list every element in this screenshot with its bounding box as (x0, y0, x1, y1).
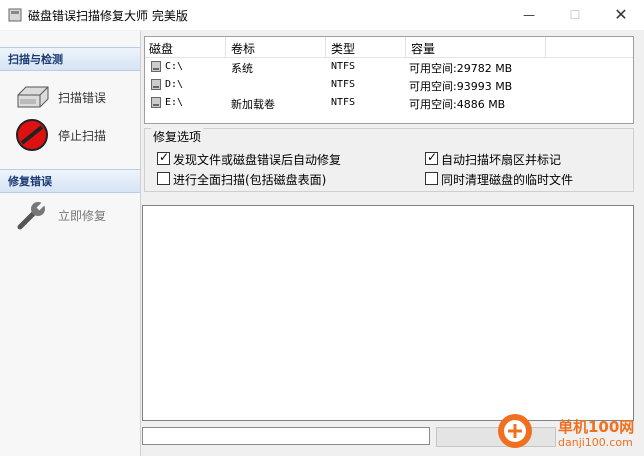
clean-temp-label: 同时清理磁盘的临时文件 (441, 173, 574, 187)
scan-log-area[interactable] (142, 205, 634, 421)
progress-bar (142, 427, 430, 445)
stop-scan-label: 停止扫描 (58, 129, 107, 143)
stop-scan-button[interactable]: 停止扫描 (14, 117, 134, 153)
drive-icon (151, 97, 161, 108)
drive-capacity: 可用空间:93993 MB (409, 80, 513, 93)
hard-disk-icon (17, 86, 49, 108)
watermark-logo-icon (498, 414, 532, 448)
full-scan-label: 进行全面扫描(包括磁盘表面) (173, 173, 327, 187)
drive-disk: C:\ (165, 61, 184, 72)
window-title: 磁盘错误扫描修复大师 完美版 (28, 9, 188, 23)
drive-list[interactable]: 磁盘 卷标 类型 容量 C:\ 系统 NTFS 可用空间:29782 MB D:… (144, 36, 634, 124)
drive-icon (151, 61, 161, 72)
auto-repair-label: 发现文件或磁盘错误后自动修复 (173, 153, 342, 167)
close-button[interactable]: ✕ (598, 0, 644, 30)
watermark-url: danji100.com (558, 436, 633, 449)
drive-disk: E:\ (165, 97, 184, 108)
wrench-icon (17, 199, 48, 230)
drive-type: NTFS (331, 61, 356, 72)
drive-capacity: 可用空间:4886 MB (409, 98, 506, 111)
title-bar: 磁盘错误扫描修复大师 完美版 — ☐ ✕ (0, 0, 644, 30)
watermark-brand: 单机100网 (558, 418, 635, 436)
stop-icon (16, 119, 48, 151)
maximize-button[interactable]: ☐ (552, 0, 598, 30)
drive-type: NTFS (331, 97, 356, 108)
column-capacity[interactable]: 容量 (411, 40, 435, 57)
scan-errors-label: 扫描错误 (58, 91, 107, 105)
repair-options-group: 修复选项 ✓ 发现文件或磁盘错误后自动修复 进行全面扫描(包括磁盘表面) ✓ 自… (144, 128, 634, 192)
column-label[interactable]: 卷标 (231, 40, 255, 57)
scan-errors-button[interactable]: 扫描错误 (14, 79, 134, 115)
drive-label: 新加载卷 (231, 98, 275, 111)
sidebar: 扫描与检测 扫描错误 停止扫描 修复错误 立即修复 (0, 31, 141, 456)
column-disk[interactable]: 磁盘 (149, 40, 173, 57)
minimize-button[interactable]: — (506, 0, 552, 30)
repair-options-legend: 修复选项 (151, 128, 204, 145)
drive-label: 系统 (231, 62, 253, 75)
checkmark-icon: ✓ (159, 150, 170, 164)
drive-row-e[interactable]: E:\ 新加载卷 NTFS 可用空间:4886 MB (145, 95, 633, 111)
column-type[interactable]: 类型 (331, 40, 355, 57)
drive-disk: D:\ (165, 79, 184, 90)
app-icon (8, 8, 22, 22)
repair-now-button[interactable]: 立即修复 (14, 197, 134, 233)
drive-icon (151, 79, 161, 90)
repair-section-header: 修复错误 (0, 169, 140, 193)
drive-list-header: 磁盘 卷标 类型 容量 (145, 37, 633, 58)
checkmark-icon: ✓ (427, 150, 438, 164)
repair-now-label: 立即修复 (58, 209, 107, 223)
drive-type: NTFS (331, 79, 356, 90)
watermark: 单机100网 danji100.com (494, 408, 642, 454)
drive-row-d[interactable]: D:\ NTFS 可用空间:93993 MB (145, 77, 633, 93)
mark-bad-sectors-label: 自动扫描坏扇区并标记 (441, 153, 562, 167)
drive-capacity: 可用空间:29782 MB (409, 62, 513, 75)
scan-section-header: 扫描与检测 (0, 47, 140, 71)
drive-row-c[interactable]: C:\ 系统 NTFS 可用空间:29782 MB (145, 59, 633, 75)
